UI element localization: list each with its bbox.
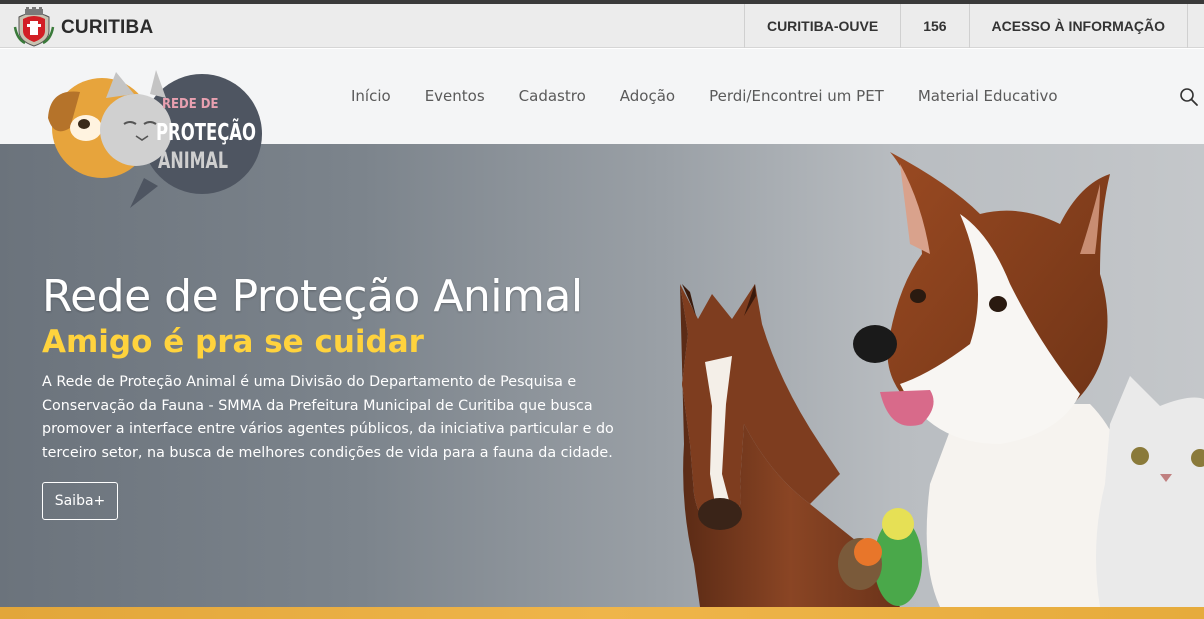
government-bar: CURITIBA CURITIBA-OUVE 156 ACESSO À INFO…	[0, 4, 1204, 48]
main-nav: Início Eventos Cadastro Adoção Perdi/Enc…	[334, 87, 1075, 105]
link-156[interactable]: 156	[900, 4, 968, 48]
hero-title: Rede de Proteção Animal	[42, 271, 583, 322]
animals-photo	[680, 152, 1204, 607]
city-crest-icon[interactable]	[13, 7, 55, 47]
nav-item-perdi-encontrei[interactable]: Perdi/Encontrei um PET	[692, 87, 901, 105]
acesso-informacao-link[interactable]: ACESSO À INFORMAÇÃO	[968, 4, 1188, 48]
svg-text:ANIMAL: ANIMAL	[158, 149, 228, 174]
svg-text:REDE DE: REDE DE	[162, 97, 218, 112]
hero-description: A Rede de Proteção Animal é uma Divisão …	[42, 374, 614, 461]
accent-strip	[0, 607, 1204, 619]
city-name[interactable]: CURITIBA	[61, 17, 153, 39]
nav-item-material-educativo[interactable]: Material Educativo	[901, 87, 1075, 105]
nav-item-inicio[interactable]: Início	[334, 87, 408, 105]
nav-item-eventos[interactable]: Eventos	[408, 87, 502, 105]
search-icon[interactable]	[1178, 86, 1200, 108]
hero-subtitle: Amigo é pra se cuidar	[42, 324, 424, 360]
svg-text:PROTEÇÃO: PROTEÇÃO	[156, 118, 256, 146]
rede-protecao-animal-logo[interactable]: REDE DE PROTEÇÃO ANIMAL	[40, 58, 266, 218]
curitiba-ouve-link[interactable]: CURITIBA-OUVE	[743, 4, 900, 48]
nav-item-adocao[interactable]: Adoção	[603, 87, 692, 105]
saiba-mais-button[interactable]: Saiba+	[42, 482, 118, 520]
gov-links: CURITIBA-OUVE 156 ACESSO À INFORMAÇÃO	[743, 4, 1188, 48]
nav-item-cadastro[interactable]: Cadastro	[502, 87, 603, 105]
